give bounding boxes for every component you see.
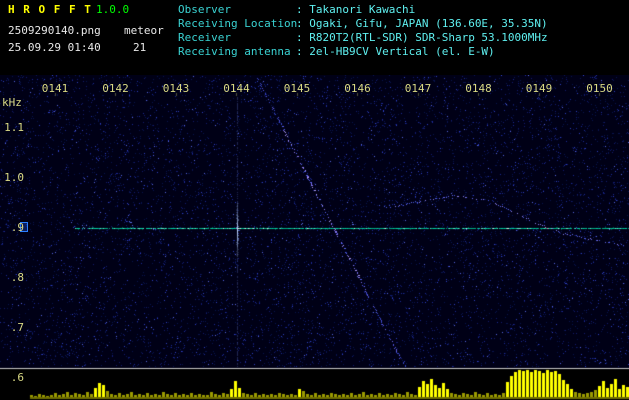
frequency-label: .9 [10,221,24,234]
version-label: 1.0.0 [96,3,130,16]
time-label: 0145 [283,82,311,95]
frequency-label: .6 [10,371,24,384]
frequency-label: 1.1 [4,121,24,134]
info-label: Receiver [178,31,231,44]
time-label: 0142 [102,82,129,95]
info-value: 2el-HB9CV Vertical (el. E-W) [296,45,495,58]
spectrogram-canvas [0,75,629,400]
hrofft-window: H R O F F T 1.0.0 2509290140.png meteor … [0,0,629,400]
filename-label: 2509290140.png [8,24,101,37]
header: H R O F F T 1.0.0 2509290140.png meteor … [0,0,629,75]
app-title: H R O F F T [8,3,92,16]
time-label: 0149 [525,82,553,95]
frequency-axis-unit: kHz [2,96,22,109]
frequency-label: 1.0 [4,171,24,184]
count-label: 21 [133,41,147,54]
info-label: Receiving Location [178,17,298,30]
info-label: Receiving antenna [178,45,291,58]
info-row-location: Receiving LocationOgaki, Gifu, JAPAN (13… [178,17,548,31]
info-row-receiver: Receiver R820T2(RTL-SDR) SDR-Sharp 53.100… [178,31,548,45]
time-label: 0143 [162,82,190,95]
time-label: 0144 [223,82,250,95]
frequency-label: .8 [10,271,24,284]
time-label: 0141 [41,82,69,95]
info-row-antenna: Receiving antenna 2el-HB9CV Vertical (el.… [178,45,548,59]
info-label: Observer [178,3,231,16]
station-info: Observer Takanori Kawachi Receiving Locat… [178,3,548,59]
info-value: Ogaki, Gifu, JAPAN (136.60E, 35.35N) [296,17,548,30]
time-label: 0148 [465,82,492,95]
time-label: 0146 [344,82,371,95]
info-row-observer: Observer Takanori Kawachi [178,3,548,17]
frequency-label: .7 [10,321,24,334]
info-value: Takanori Kawachi [296,3,415,16]
mode-label: meteor [124,24,164,37]
info-value: R820T2(RTL-SDR) SDR-Sharp 53.1000MHz [296,31,548,44]
time-label: 0150 [586,82,613,95]
time-label: 0147 [404,82,432,95]
timestamp-label: 25.09.29 01:40 [8,41,101,54]
spectrogram: kHz 0141 0142 0143 0144 0145 0146 0147 0148 0149… [0,75,629,400]
